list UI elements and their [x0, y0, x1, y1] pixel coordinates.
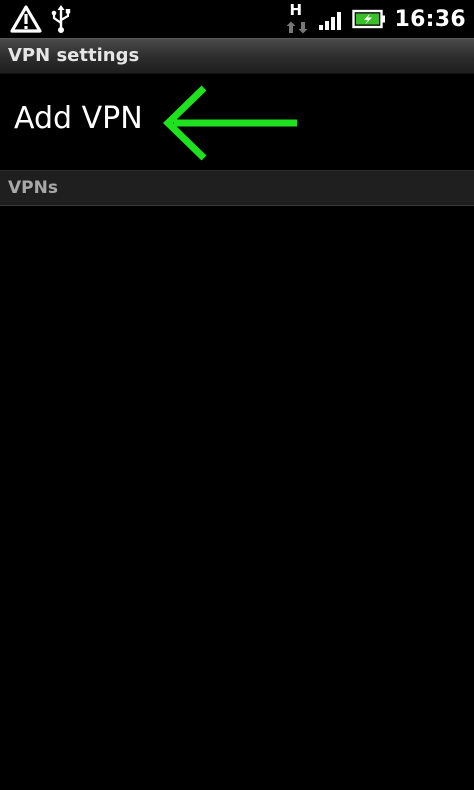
clock: 16:36: [394, 6, 466, 32]
title-bar: VPN settings: [0, 38, 474, 74]
network-type-label: H: [289, 1, 303, 19]
status-bar: H 16:36: [0, 0, 474, 38]
vpn-list: [0, 206, 474, 790]
screen: H 16:36 VPN settings Add VPN VPNs: [0, 0, 474, 790]
warning-icon: [10, 4, 42, 34]
status-bar-right: H 16:36: [286, 0, 466, 38]
status-bar-left: [10, 0, 72, 38]
usb-icon: [50, 4, 72, 34]
add-vpn-label: Add VPN: [14, 101, 143, 136]
battery-charging-icon: [352, 8, 386, 30]
vpns-section-label: VPNs: [8, 178, 58, 198]
annotation-arrow-icon: [162, 85, 297, 161]
page-title: VPN settings: [8, 45, 140, 66]
vpns-section-header: VPNs: [0, 170, 474, 206]
signal-icon: [318, 7, 346, 31]
data-transfer-icon: H: [286, 0, 310, 38]
